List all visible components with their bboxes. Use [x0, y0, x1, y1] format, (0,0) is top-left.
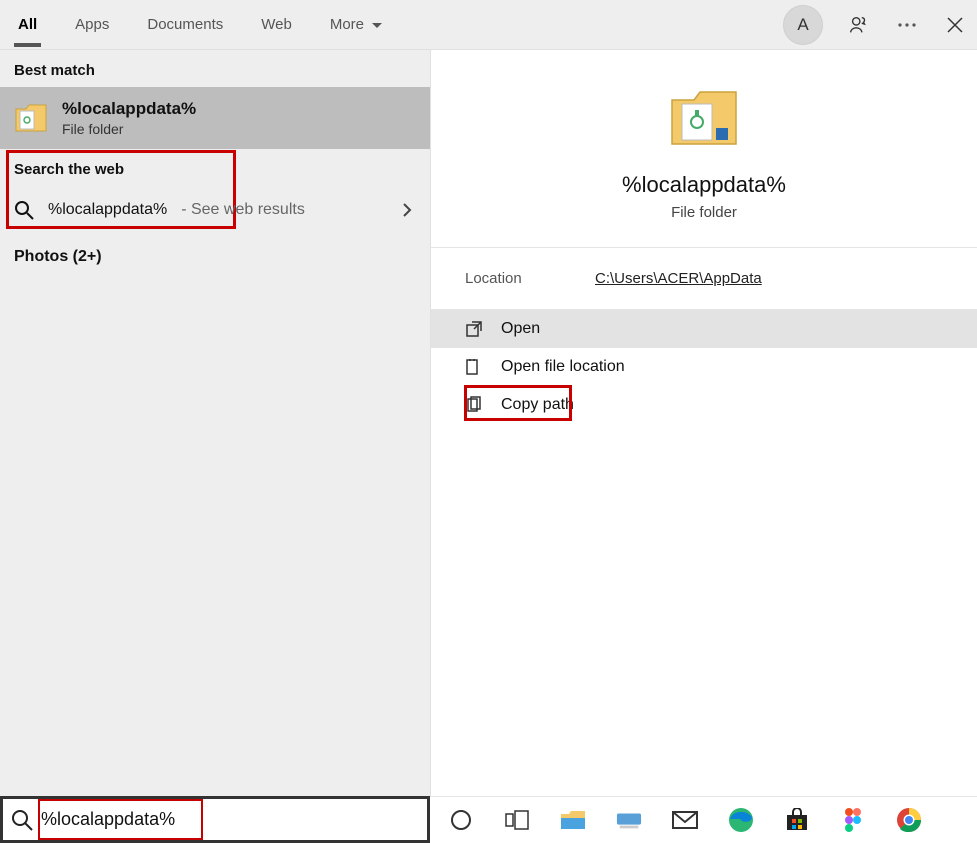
close-icon[interactable]: [943, 13, 967, 37]
folder-icon-large: [668, 86, 740, 150]
preview-subtitle: File folder: [671, 204, 737, 221]
search-input[interactable]: [41, 799, 419, 840]
task-view-icon[interactable]: [504, 807, 530, 833]
tab-more[interactable]: More: [330, 4, 382, 45]
best-match-header: Best match: [0, 50, 430, 87]
best-match-result[interactable]: %localappdata% File folder: [0, 87, 430, 149]
search-web-header: Search the web: [0, 149, 430, 186]
more-options-icon[interactable]: [895, 13, 919, 37]
tab-apps[interactable]: Apps: [75, 4, 109, 45]
search-box[interactable]: [0, 796, 430, 843]
best-match-title: %localappdata%: [62, 99, 196, 119]
edge-icon[interactable]: [728, 807, 754, 833]
copy-icon: [465, 396, 483, 414]
web-search-result[interactable]: %localappdata% - See web results: [0, 186, 430, 234]
photos-result[interactable]: Photos (2+): [0, 234, 430, 280]
onscreen-keyboard-icon[interactable]: [616, 807, 642, 833]
mail-icon[interactable]: [672, 807, 698, 833]
file-explorer-icon[interactable]: [560, 807, 586, 833]
open-location-icon: [465, 358, 483, 376]
tab-more-label: More: [330, 16, 364, 33]
web-query-suffix: - See web results: [181, 201, 305, 219]
action-open-location-label: Open file location: [501, 358, 625, 376]
action-copy-path-label: Copy path: [501, 396, 574, 414]
tab-all[interactable]: All: [18, 4, 37, 45]
tab-web[interactable]: Web: [261, 4, 292, 45]
feedback-icon[interactable]: [847, 13, 871, 37]
results-panel: Best match %localappdata% File folder Se…: [0, 50, 430, 796]
tab-documents[interactable]: Documents: [147, 4, 223, 45]
preview-panel: %localappdata% File folder Location C:\U…: [430, 50, 977, 796]
web-query-text: %localappdata%: [48, 201, 167, 219]
search-filter-tabs: All Apps Documents Web More A: [0, 0, 977, 50]
figma-icon[interactable]: [840, 807, 866, 833]
cortana-icon[interactable]: [448, 807, 474, 833]
search-icon: [14, 200, 34, 220]
taskbar: [430, 796, 977, 843]
action-open[interactable]: Open: [431, 310, 977, 348]
store-icon[interactable]: [784, 807, 810, 833]
folder-icon: [14, 101, 48, 135]
preview-title: %localappdata%: [622, 172, 786, 198]
action-copy-path[interactable]: Copy path: [431, 386, 977, 424]
location-path[interactable]: C:\Users\ACER\AppData: [595, 270, 762, 287]
location-label: Location: [465, 270, 595, 287]
location-row: Location C:\Users\ACER\AppData: [431, 248, 977, 310]
best-match-subtitle: File folder: [62, 121, 196, 137]
chevron-right-icon: [402, 202, 412, 218]
action-open-location[interactable]: Open file location: [431, 348, 977, 386]
action-open-label: Open: [501, 320, 540, 338]
chrome-icon[interactable]: [896, 807, 922, 833]
chevron-down-icon: [372, 23, 382, 29]
user-avatar[interactable]: A: [783, 5, 823, 45]
search-icon: [11, 809, 33, 831]
open-icon: [465, 320, 483, 338]
